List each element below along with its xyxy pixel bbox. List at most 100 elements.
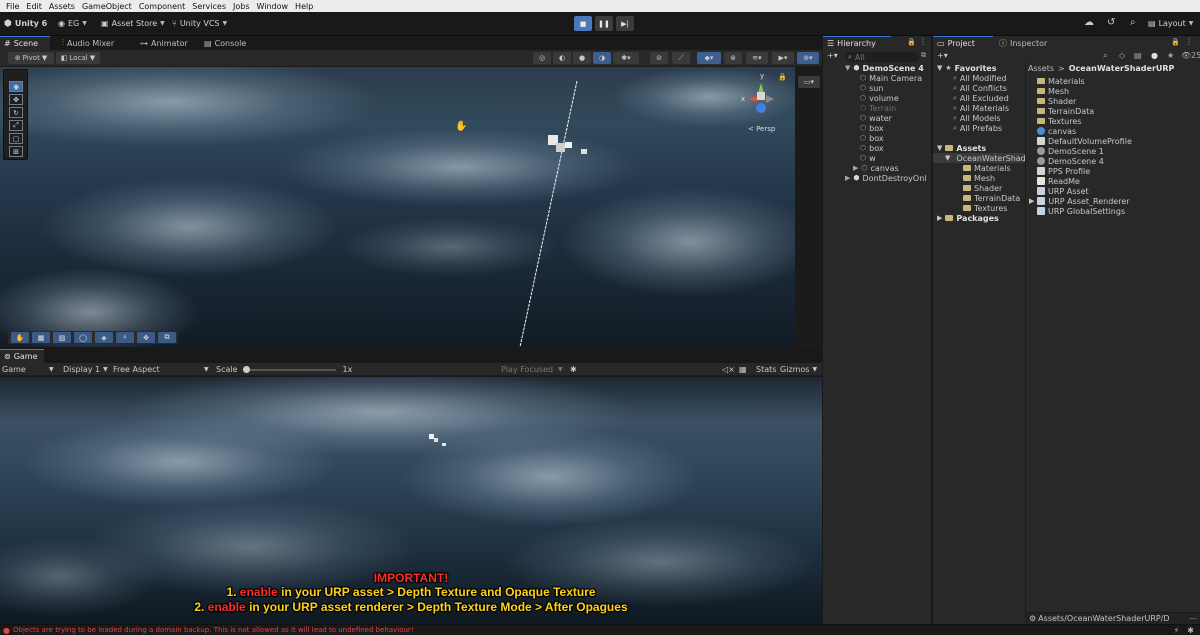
game-viewport[interactable]: IMPORTANT! 1. enable in your URP asset >…	[0, 377, 822, 624]
effects-dropdown[interactable]: ≋▾	[746, 52, 768, 64]
favorite-item[interactable]: ⌕ All Materials	[953, 103, 1009, 113]
game-debug-button[interactable]: ✱	[570, 364, 577, 375]
favorite-item[interactable]: ⌕ All Conflicts	[953, 83, 1007, 93]
scale-slider-handle[interactable]	[242, 365, 250, 373]
2d-toggle[interactable]: ⊘	[650, 52, 668, 64]
unity-button[interactable]: ⬢ Unity 6	[4, 16, 47, 31]
move-tool[interactable]: ✥	[9, 94, 23, 105]
step-button[interactable]: ▶|	[616, 16, 634, 31]
debug-draw-dropdown[interactable]: ✱▾	[613, 52, 639, 64]
breadcrumb-folder[interactable]: OceanWaterShaderURP	[1069, 64, 1175, 73]
game-mode-dropdown[interactable]: Game ▼	[2, 364, 54, 375]
account-dropdown[interactable]: ◉ EG ▼	[58, 16, 87, 31]
local-dropdown[interactable]: ◧ Local ▼	[56, 52, 100, 64]
camera-dropdown[interactable]: ▶▾	[772, 52, 794, 64]
wireframe-button[interactable]: ◎	[533, 52, 551, 64]
star-icon[interactable]: ★	[1167, 51, 1174, 60]
hierarchy-item[interactable]: ▶ ⬡ canvas	[823, 163, 931, 173]
content-folder[interactable]: Textures	[1037, 116, 1081, 126]
gizmos-dropdown[interactable]: ⊕▾	[797, 52, 819, 64]
label-icon[interactable]: ◇	[1119, 51, 1125, 60]
menu-jobs[interactable]: Jobs	[233, 2, 250, 11]
search-by-type-icon[interactable]: ⌕	[1103, 51, 1107, 61]
asset-subfolder[interactable]: Shader	[963, 183, 1002, 193]
vcs-dropdown[interactable]: ⑂ Unity VCS ▼	[172, 16, 227, 31]
hand-tool-button[interactable]: ✋	[11, 332, 29, 343]
favorite-item[interactable]: ⌕ All Excluded	[953, 93, 1009, 103]
menu-window[interactable]: Window	[257, 2, 289, 11]
view-tool[interactable]: ◉	[9, 81, 23, 92]
camera-overlay-dropdown[interactable]: ▭▾	[798, 76, 820, 88]
tab-animator[interactable]: ⊶ Animator	[136, 36, 192, 50]
lock-icon[interactable]: 🔒	[907, 38, 916, 46]
content-folder[interactable]: TerrainData	[1037, 106, 1094, 116]
hierarchy-item[interactable]: ⬡ Main Camera	[823, 73, 931, 83]
tab-inspector[interactable]: ⓘ Inspector	[995, 36, 1051, 50]
content-asset[interactable]: PPS Profile	[1037, 166, 1090, 176]
content-asset[interactable]: ▶ URP Asset_Renderer	[1029, 196, 1130, 206]
asset-subfolder[interactable]: Materials	[963, 163, 1011, 173]
terrain-button[interactable]: ▨	[53, 332, 71, 343]
persp-label[interactable]: < Persp	[748, 125, 775, 133]
content-prefab[interactable]: canvas	[1037, 126, 1076, 136]
tab-project[interactable]: ▭ Project	[933, 36, 993, 50]
favorite-item[interactable]: ⌕ All Models	[953, 113, 1001, 123]
zoom-tool-button[interactable]: ⌕	[116, 332, 134, 343]
status-message[interactable]: Objects are trying to be loaded during a…	[13, 626, 414, 634]
breadcrumb-assets[interactable]: Assets	[1028, 64, 1054, 73]
menu-help[interactable]: Help	[295, 2, 313, 11]
ocean-folder-item[interactable]: ▼ OceanWaterShad	[933, 153, 1025, 163]
frame-button[interactable]: ⧉	[158, 332, 176, 343]
history-icon[interactable]: ↺	[1107, 18, 1115, 28]
favorite-item[interactable]: ⌕ All Prefabs	[953, 123, 1002, 133]
content-asset[interactable]: URP Asset	[1037, 186, 1089, 196]
layout-dropdown[interactable]: ▤ Layout ▼	[1148, 16, 1193, 31]
play-focused-dropdown[interactable]: Play Focused ▼	[501, 364, 563, 375]
menu-gameobject[interactable]: GameObject	[82, 2, 132, 11]
tab-game[interactable]: ⊚ Game	[0, 349, 44, 363]
tab-console[interactable]: ▤ Console	[200, 36, 250, 50]
assets-header[interactable]: ▼ Assets	[937, 143, 986, 153]
hierarchy-item[interactable]: ⬡ sun	[823, 83, 931, 93]
asset-store-dropdown[interactable]: ▣ Asset Store ▼	[101, 16, 165, 31]
hierarchy-item[interactable]: ⬡ volume	[823, 93, 931, 103]
scene-root-item[interactable]: ▼ ⬢ DemoScene 4	[823, 63, 931, 73]
menu-services[interactable]: Services	[192, 2, 226, 11]
hierarchy-item[interactable]: ⬡ box	[823, 123, 931, 133]
rect-tool[interactable]: ▢	[9, 133, 23, 144]
hierarchy-item[interactable]: ⬡ water	[823, 113, 931, 123]
content-scene[interactable]: DemoScene 1	[1037, 146, 1104, 156]
hierarchy-item[interactable]: ⬡ box	[823, 133, 931, 143]
lock-icon[interactable]: 🔒	[778, 73, 787, 81]
content-folder[interactable]: Mesh	[1037, 86, 1069, 96]
stats-button[interactable]: Stats	[756, 364, 776, 375]
content-scene[interactable]: DemoScene 4	[1037, 156, 1104, 166]
transform-tool[interactable]: ⊞	[9, 146, 23, 157]
asset-subfolder[interactable]: Textures	[963, 203, 1007, 213]
content-folder[interactable]: Shader	[1037, 96, 1076, 106]
content-asset[interactable]: URP GlobalSettings	[1037, 206, 1125, 216]
scale-tool[interactable]: ⤢	[9, 120, 23, 131]
play-button[interactable]: ■	[574, 16, 592, 31]
move-view-button[interactable]: ✥	[137, 332, 155, 343]
pivot-dropdown[interactable]: ⊕ Pivot ▼	[8, 52, 54, 64]
layers-tool-button[interactable]: ◈	[95, 332, 113, 343]
visibility-toggle[interactable]: ⊗	[724, 52, 742, 64]
menu-component[interactable]: Component	[139, 2, 185, 11]
hierarchy-item-disabled[interactable]: ⬡ Terrain	[823, 103, 931, 113]
favorites-header[interactable]: ▼ ★ Favorites	[937, 63, 996, 73]
dont-destroy-item[interactable]: ▶ ⬢ DontDestroyOnl	[823, 173, 931, 183]
hierarchy-item[interactable]: ⬡ w	[823, 153, 931, 163]
network-icon[interactable]: ⚡	[1174, 626, 1180, 635]
unlit-button[interactable]: ●	[573, 52, 591, 64]
packages-header[interactable]: ▶ Packages	[937, 213, 999, 223]
favorite-item[interactable]: ⌕ All Modified	[953, 73, 1007, 83]
mute-audio-button[interactable]: ◁×	[722, 364, 735, 375]
display-dropdown[interactable]: Display 1 ▼	[63, 364, 108, 375]
content-folder[interactable]: Materials	[1037, 76, 1085, 86]
search-icon[interactable]: ⌕	[1130, 18, 1136, 28]
lock-icon[interactable]: 🔒	[1171, 38, 1180, 46]
scale-slider[interactable]	[242, 365, 336, 373]
more-options-icon[interactable]: ⋮	[919, 37, 927, 46]
hierarchy-item[interactable]: ⬡ box	[823, 143, 931, 153]
